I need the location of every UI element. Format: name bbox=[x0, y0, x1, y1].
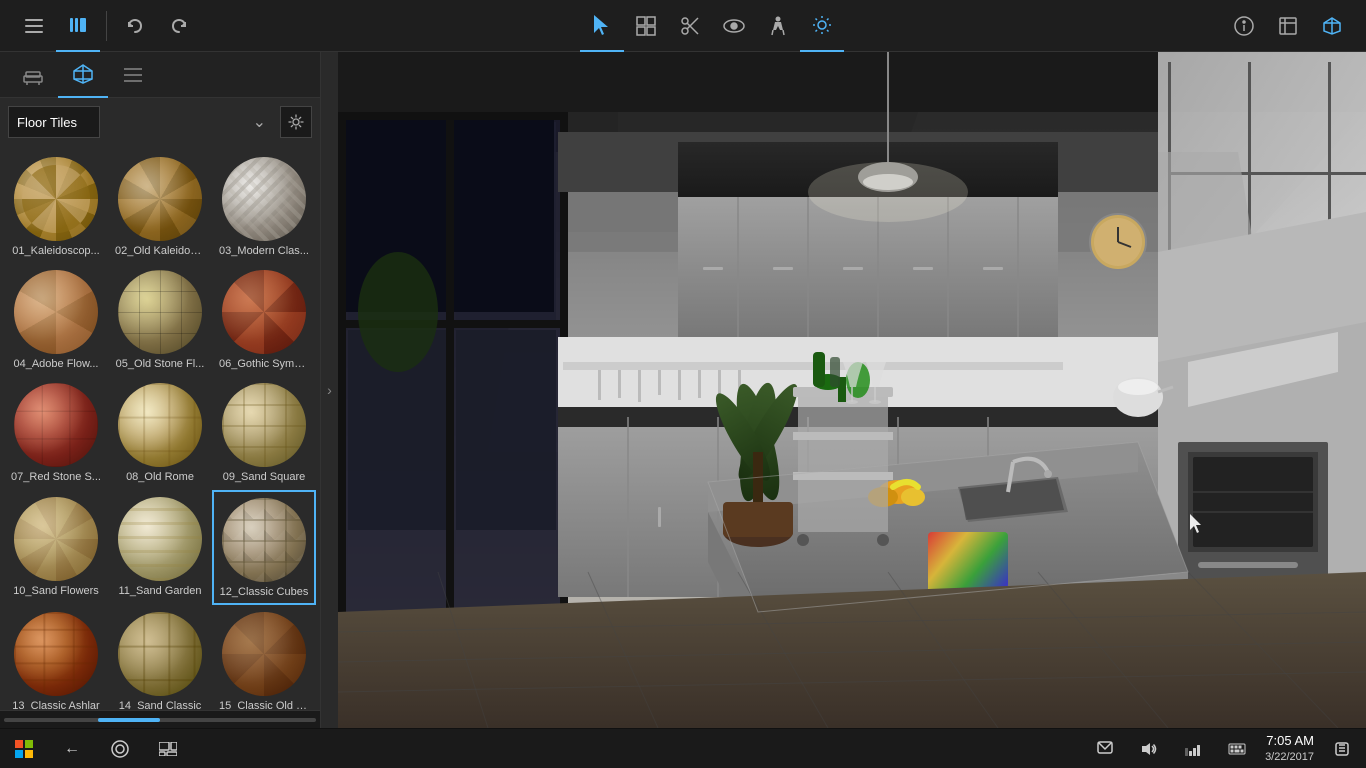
material-sphere-1 bbox=[14, 157, 98, 241]
material-item-11[interactable]: 11_Sand Garden bbox=[108, 490, 212, 605]
material-label-4: 04_Adobe Flow... bbox=[13, 358, 98, 371]
taskview-button[interactable] bbox=[152, 733, 184, 765]
material-item-7[interactable]: 07_Red Stone S... bbox=[4, 376, 108, 489]
back-button[interactable]: ← bbox=[56, 733, 88, 765]
time: 7:05 AM bbox=[1265, 733, 1314, 750]
material-sphere-13 bbox=[14, 612, 98, 696]
material-sphere-4 bbox=[14, 270, 98, 354]
material-sphere-11 bbox=[118, 497, 202, 581]
viewport[interactable] bbox=[338, 52, 1366, 728]
material-item-2[interactable]: 02_Old Kaleidosc... bbox=[108, 150, 212, 263]
cursor-tool[interactable] bbox=[580, 0, 624, 52]
material-label-2: 02_Old Kaleidosc... bbox=[115, 245, 205, 258]
material-sphere-15 bbox=[222, 612, 306, 696]
furniture-tab[interactable] bbox=[8, 52, 58, 98]
separator-1 bbox=[106, 11, 107, 41]
settings-button[interactable] bbox=[280, 106, 312, 138]
material-label-1: 01_Kaleidoscop... bbox=[12, 245, 99, 258]
material-item-3[interactable]: 03_Modern Clas... bbox=[212, 150, 316, 263]
material-sphere-5 bbox=[118, 270, 202, 354]
redo-icon[interactable] bbox=[157, 0, 201, 52]
material-item-5[interactable]: 05_Old Stone Fl... bbox=[108, 263, 212, 376]
date: 3/22/2017 bbox=[1265, 750, 1314, 764]
material-item-1[interactable]: 01_Kaleidoscop... bbox=[4, 150, 108, 263]
material-item-12[interactable]: 12_Classic Cubes bbox=[212, 490, 316, 605]
keyboard-icon[interactable] bbox=[1221, 733, 1253, 765]
material-item-14[interactable]: 14_Sand Classic bbox=[108, 605, 212, 710]
material-sphere-8 bbox=[118, 383, 202, 467]
scrollbar-thumb[interactable] bbox=[98, 718, 160, 722]
time-date-display[interactable]: 7:05 AM 3/22/2017 bbox=[1265, 733, 1314, 764]
category-row: Floor TilesWall TilesWood FloorsCarpetsS… bbox=[0, 98, 320, 146]
volume-icon[interactable] bbox=[1133, 733, 1165, 765]
material-label-3: 03_Modern Clas... bbox=[219, 245, 309, 258]
material-label-7: 07_Red Stone S... bbox=[11, 471, 101, 484]
material-sphere-2 bbox=[118, 157, 202, 241]
material-sphere-9 bbox=[222, 383, 306, 467]
material-label-8: 08_Old Rome bbox=[126, 471, 194, 484]
library-icon[interactable] bbox=[56, 0, 100, 52]
material-label-15: 15_Classic Old C... bbox=[219, 700, 309, 710]
walk-tool[interactable] bbox=[756, 0, 800, 52]
material-label-12: 12_Classic Cubes bbox=[220, 586, 309, 599]
taskbar-right: 7:05 AM 3/22/2017 bbox=[1089, 733, 1358, 765]
start-button[interactable] bbox=[8, 733, 40, 765]
material-label-10: 10_Sand Flowers bbox=[13, 585, 99, 598]
material-tab[interactable] bbox=[58, 52, 108, 98]
action-center-icon[interactable] bbox=[1326, 733, 1358, 765]
material-sphere-7 bbox=[14, 383, 98, 467]
material-item-4[interactable]: 04_Adobe Flow... bbox=[4, 263, 108, 376]
material-label-9: 09_Sand Square bbox=[223, 471, 306, 484]
material-item-10[interactable]: 10_Sand Flowers bbox=[4, 490, 108, 605]
material-sphere-12 bbox=[222, 498, 306, 582]
material-sphere-3 bbox=[222, 157, 306, 241]
cube-tool[interactable] bbox=[1310, 0, 1354, 52]
panel-scrollbar[interactable] bbox=[0, 710, 320, 728]
material-item-6[interactable]: 06_Gothic Symb... bbox=[212, 263, 316, 376]
main-content: Floor TilesWall TilesWood FloorsCarpetsS… bbox=[0, 52, 1366, 728]
taskbar-left: ← bbox=[8, 733, 184, 765]
frame-tool[interactable] bbox=[1266, 0, 1310, 52]
left-panel: Floor TilesWall TilesWood FloorsCarpetsS… bbox=[0, 52, 320, 728]
material-sphere-10 bbox=[14, 497, 98, 581]
material-label-13: 13_Classic Ashlar bbox=[12, 700, 99, 710]
eye-tool[interactable] bbox=[712, 0, 756, 52]
kitchen-scene-svg bbox=[338, 52, 1366, 728]
taskbar: ← bbox=[0, 728, 1366, 768]
network-icon[interactable] bbox=[1177, 733, 1209, 765]
panel-expand-button[interactable]: › bbox=[320, 52, 338, 728]
undo-icon[interactable] bbox=[113, 0, 157, 52]
category-dropdown[interactable]: Floor TilesWall TilesWood FloorsCarpetsS… bbox=[8, 106, 100, 138]
center-tools bbox=[580, 0, 844, 52]
material-item-8[interactable]: 08_Old Rome bbox=[108, 376, 212, 489]
category-dropdown-wrapper[interactable]: Floor TilesWall TilesWood FloorsCarpetsS… bbox=[8, 106, 274, 138]
material-item-9[interactable]: 09_Sand Square bbox=[212, 376, 316, 489]
material-label-6: 06_Gothic Symb... bbox=[219, 358, 309, 371]
material-item-13[interactable]: 13_Classic Ashlar bbox=[4, 605, 108, 710]
material-grid: 01_Kaleidoscop... 02_Old Kaleidosc... 03… bbox=[0, 146, 320, 710]
material-sphere-6 bbox=[222, 270, 306, 354]
material-label-14: 14_Sand Classic bbox=[119, 700, 202, 710]
cortana-button[interactable] bbox=[104, 733, 136, 765]
notification-icon[interactable] bbox=[1089, 733, 1121, 765]
panel-tabs bbox=[0, 52, 320, 98]
material-sphere-14 bbox=[118, 612, 202, 696]
material-label-11: 11_Sand Garden bbox=[119, 585, 202, 598]
info-tool[interactable] bbox=[1222, 0, 1266, 52]
menu-icon[interactable] bbox=[12, 0, 56, 52]
material-label-5: 05_Old Stone Fl... bbox=[116, 358, 205, 371]
scrollbar-track[interactable] bbox=[4, 718, 316, 722]
back-arrow: ← bbox=[64, 740, 80, 758]
arrange-tool[interactable] bbox=[624, 0, 668, 52]
list-tab[interactable] bbox=[108, 52, 158, 98]
material-item-15[interactable]: 15_Classic Old C... bbox=[212, 605, 316, 710]
scissors-tool[interactable] bbox=[668, 0, 712, 52]
top-toolbar bbox=[0, 0, 1366, 52]
sun-tool[interactable] bbox=[800, 0, 844, 52]
